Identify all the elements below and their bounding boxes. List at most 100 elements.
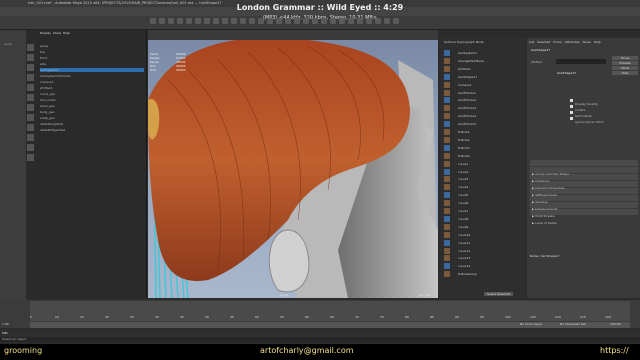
tool-icon[interactable] xyxy=(27,134,34,141)
node-item[interactable]: curve8 xyxy=(444,215,524,222)
viewport-toolbar[interactable] xyxy=(148,30,438,40)
shelf-button[interactable] xyxy=(186,18,192,24)
outliner-item[interactable]: scalp_geo xyxy=(40,116,55,120)
command-line[interactable]: MEL xyxy=(0,329,640,337)
attr-section[interactable]: ▶ Level of Detail xyxy=(530,209,638,225)
tool-icon[interactable] xyxy=(27,64,34,71)
outliner-item[interactable]: persp xyxy=(40,44,48,48)
outliner-menu[interactable]: Display Show Help xyxy=(40,31,70,35)
outliner-item[interactable]: defaultLightSet xyxy=(40,122,63,126)
shelf-button[interactable] xyxy=(294,18,300,24)
outliner-item[interactable]: curve_grp xyxy=(40,92,55,96)
node-item[interactable]: curve10 xyxy=(444,231,524,238)
node-item[interactable]: follicle3 xyxy=(444,144,524,151)
shelf-button[interactable] xyxy=(177,18,183,24)
node-item[interactable]: curve1 xyxy=(444,160,524,167)
viewport-3d[interactable] xyxy=(148,40,438,298)
outliner-menu-show[interactable]: Show xyxy=(53,31,61,35)
outliner-item[interactable]: front xyxy=(40,56,47,60)
tool-box[interactable] xyxy=(0,30,26,300)
outliner-item[interactable]: body_geo xyxy=(40,110,55,114)
attr-button[interactable]: Presets xyxy=(612,61,638,65)
shelf-button[interactable] xyxy=(366,18,372,24)
attr-section[interactable]: ▶ Shading xyxy=(530,188,638,204)
attr-button[interactable]: Show xyxy=(612,66,638,70)
outliner-item[interactable]: hair_mesh xyxy=(40,98,56,102)
attr-section[interactable]: ▶ Stiffness Scale xyxy=(530,181,638,197)
attribute-node-tab[interactable]: hairShape17 xyxy=(531,48,550,52)
node-item[interactable]: curve5 xyxy=(444,192,524,199)
attr-checkbox-row[interactable]: Ignore Solver Wind xyxy=(570,108,636,124)
tool-icon[interactable] xyxy=(27,104,34,111)
outliner-item[interactable]: nucleus1 xyxy=(40,80,54,84)
shelf-button[interactable] xyxy=(348,18,354,24)
attr-section[interactable]: ▶ Multi Streaks xyxy=(530,202,638,218)
attr-section[interactable]: ▶ Displacements xyxy=(530,195,638,211)
shelf-button[interactable] xyxy=(330,18,336,24)
shelf-button[interactable] xyxy=(222,18,228,24)
node-item[interactable]: hairShape17 xyxy=(444,73,524,80)
shelf-button[interactable] xyxy=(285,18,291,24)
attr-tab[interactable]: Selected xyxy=(537,40,550,44)
shelf-button[interactable] xyxy=(168,18,174,24)
node-item[interactable]: curve14 xyxy=(444,263,524,270)
node-item[interactable]: curve13 xyxy=(444,255,524,262)
shelf-button[interactable] xyxy=(393,18,399,24)
node-item[interactable]: curve9 xyxy=(444,223,524,230)
node-item[interactable]: follicleGroup xyxy=(444,271,524,278)
node-item[interactable]: curve6 xyxy=(444,200,524,207)
node-item[interactable]: curve3 xyxy=(444,176,524,183)
tool-icon[interactable] xyxy=(27,84,34,91)
attr-tab[interactable]: Help xyxy=(594,40,601,44)
shelf-button[interactable] xyxy=(195,18,201,24)
attr-tab[interactable]: Attributes xyxy=(565,40,580,44)
attribute-sections[interactable]: ▶ Clump and Hair Shape▶ Collisions▶ Dyna… xyxy=(530,160,638,225)
shelf-button[interactable] xyxy=(258,18,264,24)
node-item[interactable]: hairFollicle2 xyxy=(444,97,524,104)
shelf-button[interactable] xyxy=(159,18,165,24)
shelf-button[interactable] xyxy=(267,18,273,24)
checkbox-icon[interactable] xyxy=(570,117,573,120)
node-item[interactable]: curve7 xyxy=(444,208,524,214)
attr-section[interactable]: ▶ Collisions xyxy=(530,167,638,183)
node-item[interactable]: curve4 xyxy=(444,184,524,191)
outliner-item[interactable]: hairSystem1 xyxy=(40,68,144,72)
outliner-item[interactable]: hairSystem1Follicles xyxy=(40,74,71,78)
outliner-item[interactable]: top xyxy=(40,50,45,54)
shelf-button[interactable] xyxy=(240,18,246,24)
tool-icon[interactable] xyxy=(27,124,34,131)
attribute-editor-tabs[interactable]: List Selected Focus Attributes Show Help xyxy=(529,40,604,44)
attribute-buttons[interactable]: Focus Presets Show Hide xyxy=(612,56,638,76)
shelf-button[interactable] xyxy=(339,18,345,24)
time-slider[interactable]: 5 10 15 20 25 30 35 40 45 50 55 60 65 70 75 80 85 90 95 100… xyxy=(30,301,630,321)
node-item[interactable]: hairFollicle5 xyxy=(444,121,524,128)
attribute-checkboxes[interactable]: Display Quality Collide Self Collide Ignore… xyxy=(570,90,636,124)
attr-button[interactable]: Hide xyxy=(612,71,638,75)
tool-icon[interactable] xyxy=(27,114,34,121)
node-item[interactable]: pfxHair1 xyxy=(444,65,524,72)
command-lang[interactable]: MEL xyxy=(2,331,8,335)
shelf-button[interactable] xyxy=(276,18,282,24)
outliner-item[interactable]: pfxHair1 xyxy=(40,86,53,90)
shelf-button[interactable] xyxy=(150,18,156,24)
attr-section[interactable]: ▶ Dynamic Properties xyxy=(530,174,638,190)
character-set[interactable]: No Character Set xyxy=(560,322,586,326)
node-item[interactable]: curve11 xyxy=(444,239,524,246)
node-item[interactable]: hairFollicle3 xyxy=(444,105,524,112)
shelf-button[interactable] xyxy=(249,18,255,24)
node-name-field[interactable]: hairShape17 xyxy=(556,59,606,75)
shelf-button[interactable] xyxy=(321,18,327,24)
shelf-button[interactable] xyxy=(303,18,309,24)
outliner-item[interactable]: defaultObjectSet xyxy=(40,128,65,132)
node-item[interactable]: ChangeHairMode xyxy=(444,57,524,64)
node-item[interactable]: hairFollicle1 xyxy=(444,89,524,96)
outliner-item[interactable]: side xyxy=(40,62,46,66)
shelf-button[interactable] xyxy=(384,18,390,24)
start-frame[interactable]: 1.00 xyxy=(2,322,9,326)
shelf-button[interactable] xyxy=(213,18,219,24)
shelf-button[interactable] xyxy=(375,18,381,24)
select-selected-button[interactable]: Select Selected xyxy=(484,292,514,296)
tool-icon[interactable] xyxy=(27,74,34,81)
node-item[interactable]: hairFollicle4 xyxy=(444,113,524,120)
node-item[interactable]: follicle2 xyxy=(444,136,524,143)
